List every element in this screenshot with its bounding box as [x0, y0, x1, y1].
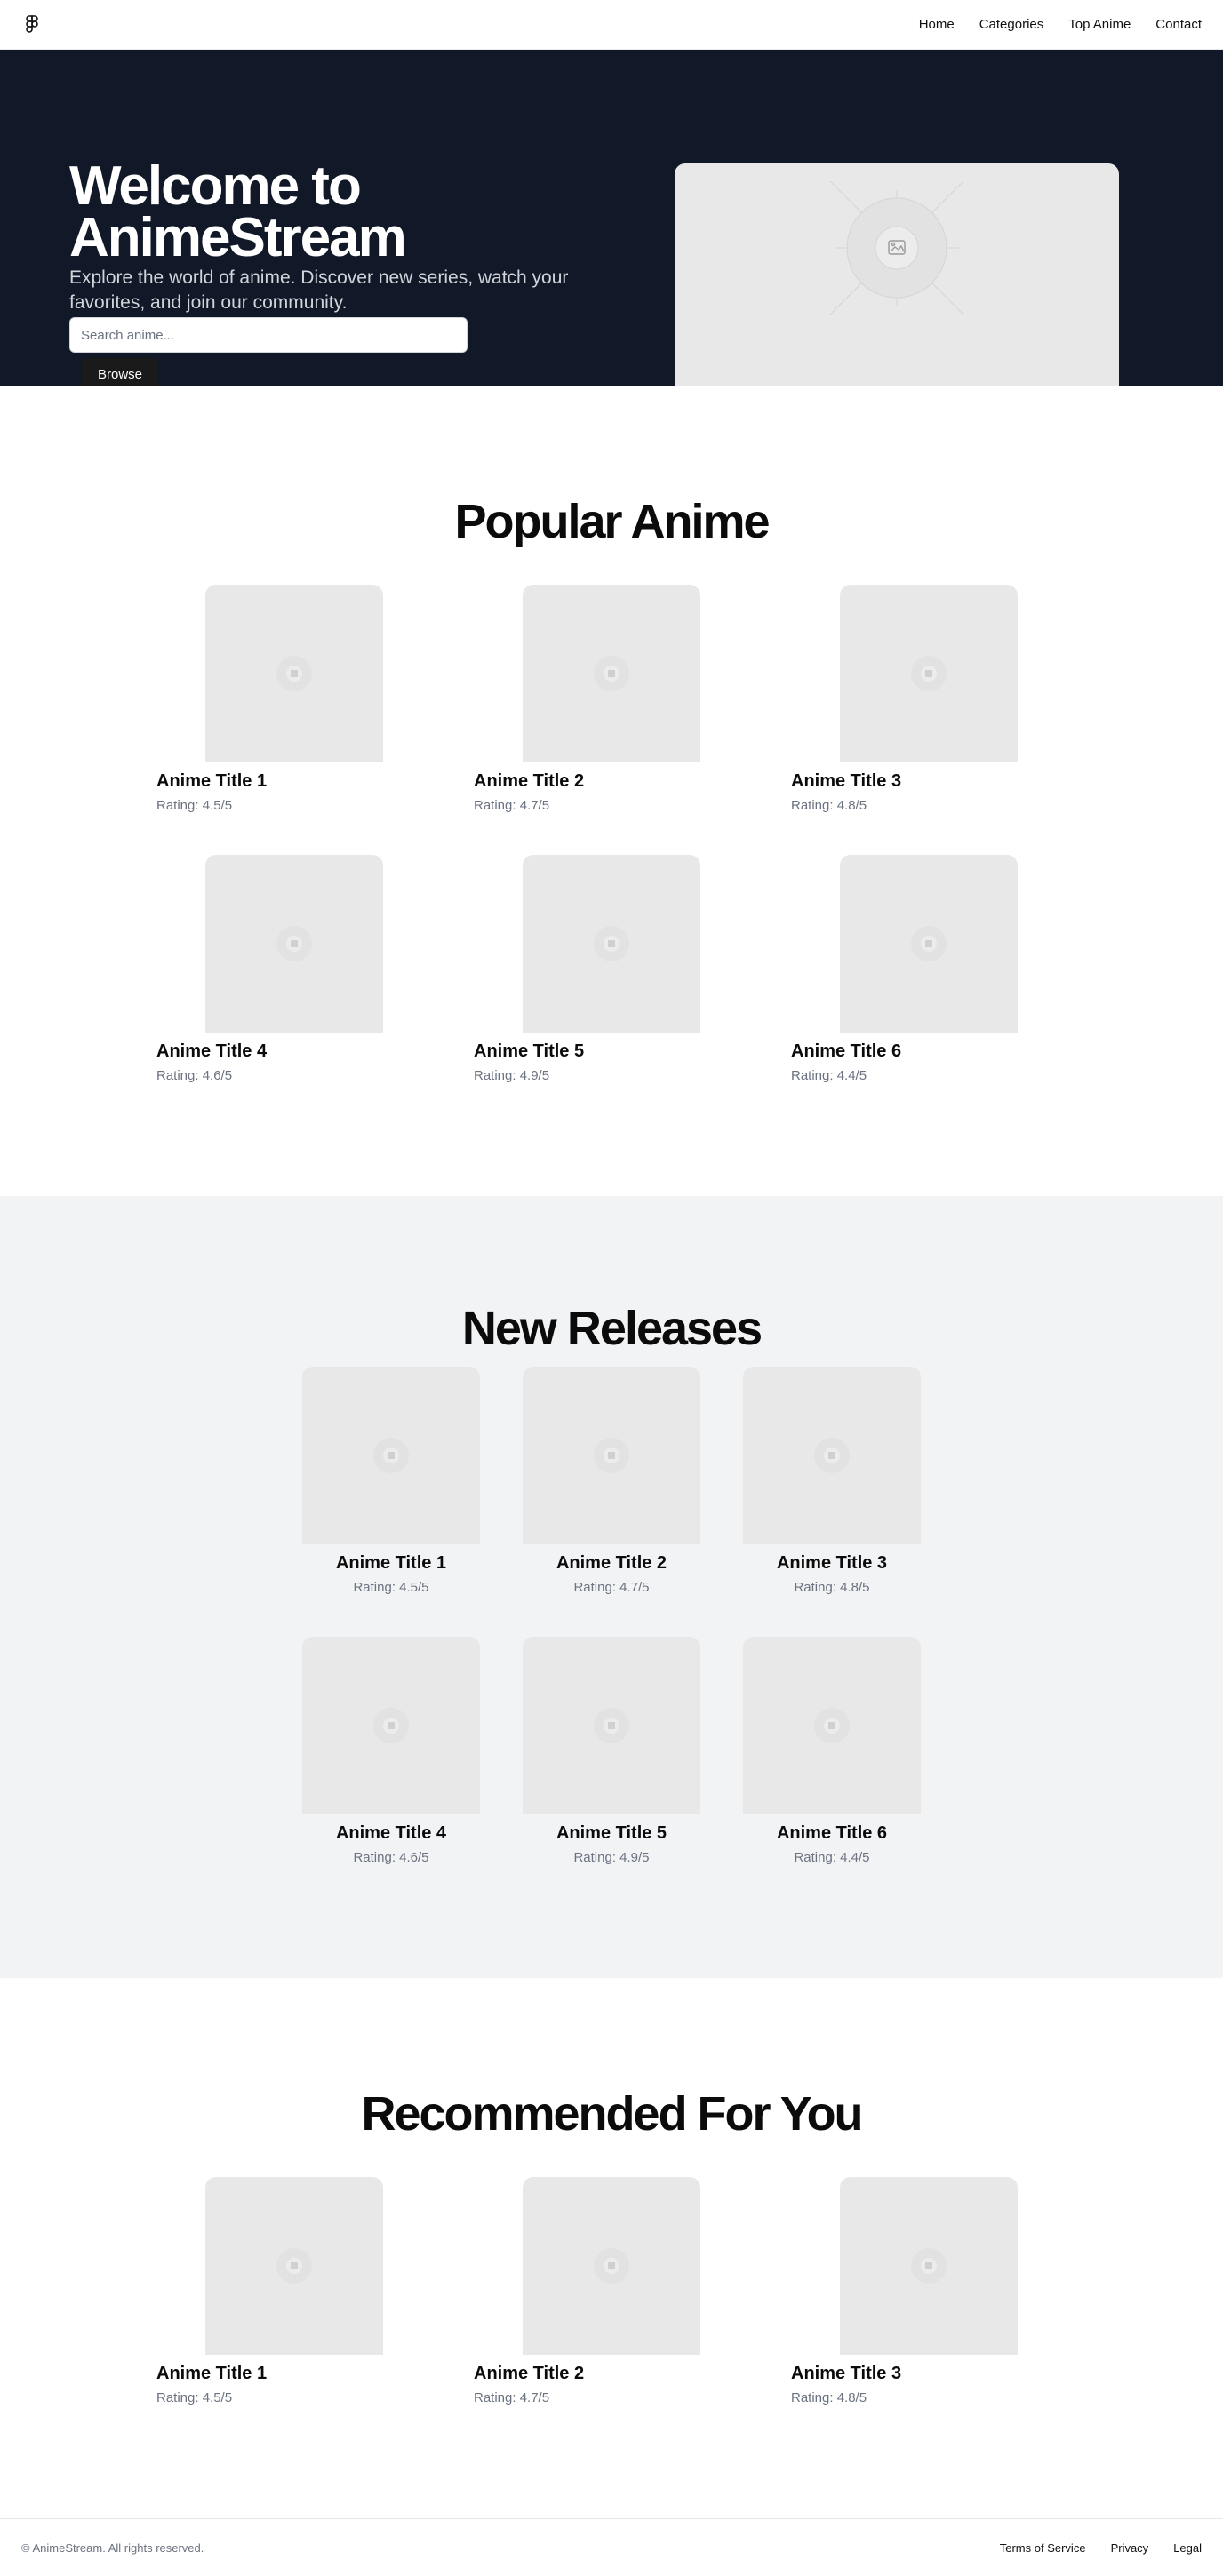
nav-link-top-anime[interactable]: Top Anime: [1068, 17, 1131, 32]
figma-logo-icon[interactable]: [21, 14, 43, 36]
anime-thumbnail: [205, 2177, 383, 2355]
new-releases-section: New Releases Anime Title 1 Rating: 4.5/5…: [0, 1196, 1223, 1978]
anime-thumbnail: [523, 2177, 700, 2355]
anime-rating: Rating: 4.4/5: [794, 1850, 870, 1865]
anime-rating: Rating: 4.5/5: [156, 798, 233, 813]
footer-link-terms[interactable]: Terms of Service: [1000, 2541, 1086, 2555]
search-input[interactable]: [69, 317, 468, 353]
browse-button[interactable]: Browse: [82, 358, 159, 386]
anime-title: Anime Title 2: [474, 771, 585, 791]
anime-title: Anime Title 4: [156, 1041, 268, 1061]
anime-title: Anime Title 1: [335, 1553, 447, 1573]
anime-thumbnail: [840, 585, 1018, 762]
anime-thumbnail: [523, 1367, 700, 1544]
recommended-section: Recommended For You Anime Title 1 Rating…: [0, 1978, 1223, 2518]
hero-title-line2: AnimeStream: [69, 207, 407, 268]
hero-text: Welcome to AnimeStream Explore the world…: [69, 159, 603, 386]
nav-link-contact[interactable]: Contact: [1155, 17, 1202, 32]
hero-section: Welcome to AnimeStream Explore the world…: [0, 50, 1223, 386]
top-nav: Home Categories Top Anime Contact: [0, 0, 1223, 50]
anime-title: Anime Title 4: [335, 1823, 447, 1843]
anime-title: Anime Title 2: [556, 1553, 667, 1573]
anime-thumbnail: [205, 855, 383, 1033]
anime-rating: Rating: 4.4/5: [791, 1068, 867, 1083]
anime-thumbnail: [743, 1637, 921, 1814]
anime-rating: Rating: 4.7/5: [474, 798, 550, 813]
anime-rating: Rating: 4.9/5: [474, 1068, 550, 1083]
anime-thumbnail: [523, 585, 700, 762]
anime-rating: Rating: 4.7/5: [474, 2390, 550, 2405]
footer-link-privacy[interactable]: Privacy: [1111, 2541, 1149, 2555]
anime-thumbnail: [840, 855, 1018, 1033]
anime-rating: Rating: 4.8/5: [791, 2390, 867, 2405]
anime-thumbnail: [523, 1637, 700, 1814]
footer-links: Terms of Service Privacy Legal: [975, 2541, 1202, 2555]
anime-rating: Rating: 4.6/5: [353, 1850, 429, 1865]
anime-rating: Rating: 4.7/5: [573, 1580, 650, 1595]
recommended-title: Recommended For You: [361, 2087, 863, 2141]
image-placeholder-icon: [829, 180, 964, 315]
anime-title: Anime Title 3: [791, 771, 902, 791]
anime-title: Anime Title 6: [776, 1823, 888, 1843]
anime-rating: Rating: 4.5/5: [156, 2390, 233, 2405]
anime-thumbnail: [523, 855, 700, 1033]
anime-title: Anime Title 5: [556, 1823, 667, 1843]
hero-subtitle: Explore the world of anime. Discover new…: [69, 267, 569, 313]
anime-rating: Rating: 4.8/5: [794, 1580, 870, 1595]
footer-copyright: © AnimeStream. All rights reserved.: [21, 2540, 204, 2555]
nav-link-categories[interactable]: Categories: [979, 17, 1044, 32]
anime-title: Anime Title 1: [156, 771, 268, 791]
anime-rating: Rating: 4.8/5: [791, 798, 867, 813]
anime-thumbnail: [840, 2177, 1018, 2355]
anime-rating: Rating: 4.9/5: [573, 1850, 650, 1865]
nav-links: Home Categories Top Anime Contact: [894, 17, 1202, 32]
popular-section-title: Popular Anime: [454, 495, 770, 548]
anime-title: Anime Title 3: [776, 1553, 888, 1573]
anime-title: Anime Title 2: [474, 2364, 585, 2383]
popular-anime-section: Popular Anime Anime Title 1 Rating: 4.5/…: [0, 386, 1223, 1196]
footer: © AnimeStream. All rights reserved. Term…: [0, 2518, 1223, 2576]
anime-rating: Rating: 4.5/5: [353, 1580, 429, 1595]
new-releases-title: New Releases: [461, 1302, 763, 1355]
anime-title: Anime Title 3: [791, 2364, 902, 2383]
hero-title: Welcome to AnimeStream: [69, 159, 603, 266]
anime-thumbnail: [205, 585, 383, 762]
anime-title: Anime Title 1: [156, 2364, 268, 2383]
anime-thumbnail: [302, 1637, 480, 1814]
anime-rating: Rating: 4.6/5: [156, 1068, 233, 1083]
anime-title: Anime Title 5: [474, 1041, 585, 1061]
nav-link-home[interactable]: Home: [919, 17, 955, 32]
anime-thumbnail: [302, 1367, 480, 1544]
footer-link-legal[interactable]: Legal: [1173, 2541, 1202, 2555]
anime-thumbnail: [743, 1367, 921, 1544]
anime-title: Anime Title 6: [791, 1041, 902, 1061]
hero-image: [675, 163, 1119, 386]
